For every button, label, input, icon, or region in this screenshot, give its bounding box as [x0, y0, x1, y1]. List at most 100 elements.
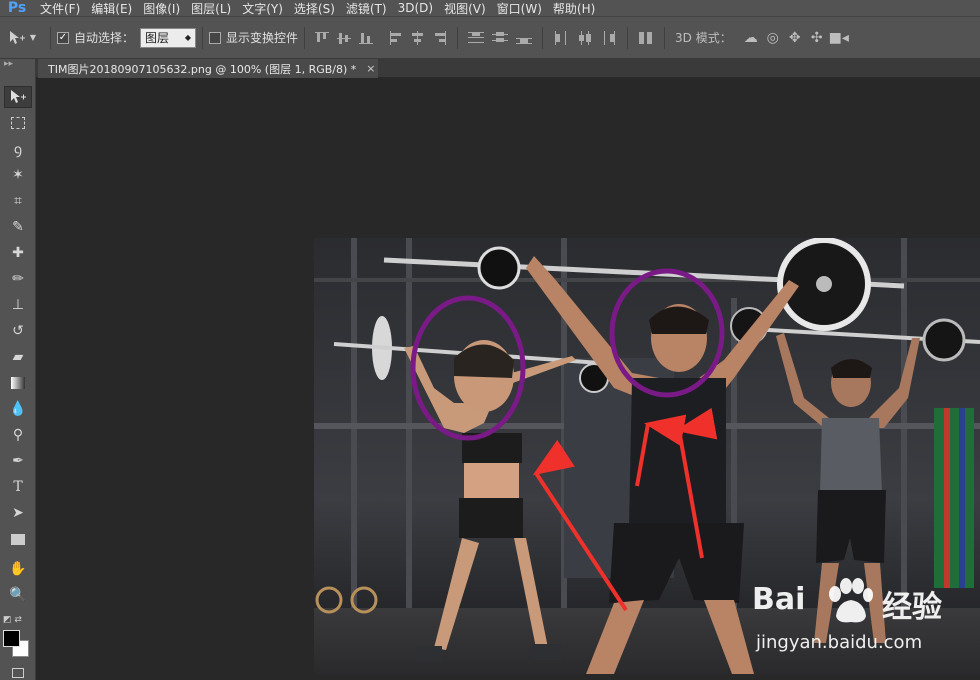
pen-icon: ✒ — [12, 453, 24, 469]
type-tool-button[interactable]: T — [4, 476, 32, 498]
magic-wand-icon: ✶ — [12, 167, 24, 183]
marquee-tool-button[interactable] — [4, 112, 32, 134]
dodge-icon: ⚲ — [12, 427, 24, 443]
3d-scale-icon[interactable]: ■◂ — [829, 30, 849, 46]
baidu-jingyan-watermark: Bai 经验 jingyan.baidu.com — [752, 578, 978, 658]
align-left-icon[interactable] — [387, 30, 405, 46]
menu-file[interactable]: 文件(F) — [34, 0, 85, 17]
brush-icon: ✏ — [12, 271, 24, 287]
align-vcenter-icon[interactable] — [335, 30, 353, 46]
align-top-icon[interactable] — [313, 30, 331, 46]
menu-image[interactable]: 图像(I) — [137, 0, 185, 17]
lasso-icon: ꝯ — [13, 141, 23, 158]
auto-select-label: 自动选择： — [74, 31, 135, 45]
menu-window[interactable]: 窗口(W) — [491, 0, 547, 17]
menu-type[interactable]: 文字(Y) — [236, 0, 288, 17]
show-transform-label: 显示变换控件 — [226, 31, 299, 45]
close-icon[interactable]: × — [366, 62, 375, 75]
photoshop-window: Ps 文件(F) 编辑(E) 图像(I) 图层(L) 文字(Y) 选择(S) 滤… — [0, 0, 980, 680]
3d-drag-icon[interactable]: ✥ — [786, 30, 804, 46]
align-bottom-icon[interactable] — [357, 30, 375, 46]
type-icon: T — [13, 479, 23, 495]
zoom-icon: 🔍 — [9, 587, 27, 603]
dodge-tool-button[interactable]: ⚲ — [4, 424, 32, 446]
move-icon — [11, 90, 26, 103]
divider — [542, 26, 544, 49]
blur-tool-button[interactable]: 💧 — [4, 398, 32, 420]
path-select-tool-button[interactable]: ➤ — [4, 502, 32, 524]
align-right-icon[interactable] — [431, 30, 449, 46]
history-brush-icon: ↺ — [12, 323, 24, 339]
divider — [627, 26, 629, 49]
history-brush-tool-button[interactable]: ↺ — [4, 320, 32, 342]
move-tool-button[interactable] — [4, 86, 32, 108]
pen-tool-button[interactable]: ✒ — [4, 450, 32, 472]
menu-layer[interactable]: 图层(L) — [185, 0, 236, 17]
document-tab-title: TIM图片20180907105632.png @ 100% (图层 1, RG… — [48, 62, 357, 76]
distribute-bottom-icon[interactable] — [514, 30, 534, 46]
rectangle-tool-button[interactable] — [4, 528, 32, 550]
divider — [457, 26, 459, 49]
distribute-top-icon[interactable] — [466, 30, 486, 46]
document-tab-bar: TIM图片20180907105632.png @ 100% (图层 1, RG… — [36, 59, 980, 78]
marquee-icon — [11, 117, 25, 129]
eyedropper-tool-button[interactable]: ✎ — [4, 216, 32, 238]
menu-3d[interactable]: 3D(D) — [392, 1, 438, 15]
tool-preset-picker[interactable]: ▼ — [0, 30, 44, 46]
tools-panel: ▸▸ ꝯ ✶ ⌗ ✎ ✚ ✏ ⊥ ↺ ▰ 💧 ⚲ ✒ T ➤ ✋ 🔍 ◩ ⇄ — [0, 59, 36, 680]
clone-stamp-tool-button[interactable]: ⊥ — [4, 294, 32, 316]
move-tool-icon — [9, 30, 25, 44]
quick-mask-button[interactable] — [4, 662, 32, 680]
menu-filter[interactable]: 滤镜(T) — [340, 0, 392, 17]
arrow-cursor-icon: ➤ — [12, 505, 24, 521]
3d-slide-icon[interactable]: ✣ — [808, 30, 826, 46]
3d-roll-icon[interactable]: ◎ — [764, 30, 782, 46]
rectangle-icon — [11, 533, 25, 545]
magic-wand-tool-button[interactable]: ✶ — [4, 164, 32, 186]
quick-mask-icon — [12, 668, 24, 678]
brush-tool-button[interactable]: ✏ — [4, 268, 32, 290]
crop-tool-button[interactable]: ⌗ — [4, 190, 32, 212]
distribute-hcenter-icon[interactable] — [575, 30, 595, 46]
divider — [202, 26, 204, 49]
distribute-left-icon[interactable] — [551, 30, 571, 46]
gradient-icon — [11, 377, 25, 389]
watermark-brand-cn: 经验 — [882, 590, 942, 625]
hand-tool-button[interactable]: ✋ — [4, 558, 32, 580]
updown-arrows-icon: ◆ — [184, 32, 192, 42]
3d-rotate-icon[interactable]: ☁ — [742, 30, 760, 46]
healing-tool-button[interactable]: ✚ — [4, 242, 32, 264]
eraser-tool-button[interactable]: ▰ — [4, 346, 32, 368]
auto-select-checkbox[interactable]: ✓ — [57, 31, 69, 44]
chevron-down-icon: ▼ — [29, 33, 37, 42]
menu-view[interactable]: 视图(V) — [438, 0, 491, 17]
eyedropper-icon: ✎ — [12, 219, 24, 235]
distribute-right-icon[interactable] — [599, 30, 619, 46]
show-transform-checkbox[interactable] — [209, 31, 222, 44]
menu-select[interactable]: 选择(S) — [288, 0, 340, 17]
gradient-tool-button[interactable] — [4, 372, 32, 394]
foreground-color-swatch[interactable] — [3, 630, 20, 647]
watermark-site: jingyan.baidu.com — [756, 632, 923, 653]
menu-bar: Ps 文件(F) 编辑(E) 图像(I) 图层(L) 文字(Y) 选择(S) 滤… — [0, 0, 980, 16]
auto-select-target-dropdown[interactable]: 图层 ◆ — [140, 27, 197, 48]
lasso-tool-button[interactable]: ꝯ — [4, 138, 32, 160]
document-tab[interactable]: TIM图片20180907105632.png @ 100% (图层 1, RG… — [38, 59, 378, 78]
menu-edit[interactable]: 编辑(E) — [85, 0, 137, 17]
watermark-brand: Bai — [752, 582, 806, 617]
options-bar: ▼ ✓ 自动选择： 图层 ◆ 显示变换控件 3D 模式： ☁ ◎ ✥ ✣ ■◂ — [0, 16, 980, 59]
zoom-tool-button[interactable]: 🔍 — [4, 584, 32, 606]
divider — [304, 26, 306, 49]
crop-icon: ⌗ — [14, 193, 22, 209]
panel-collapse-grip[interactable]: ▸▸ — [0, 59, 35, 83]
stamp-icon: ⊥ — [11, 297, 25, 313]
hand-icon: ✋ — [9, 561, 27, 577]
app-logo: Ps — [7, 0, 27, 16]
menu-help[interactable]: 帮助(H) — [547, 0, 600, 17]
align-hcenter-icon[interactable] — [409, 30, 427, 46]
blur-drop-icon: 💧 — [9, 401, 27, 417]
eraser-icon: ▰ — [12, 349, 24, 365]
auto-align-layers-icon[interactable] — [636, 30, 656, 46]
swap-colors-icon[interactable]: ◩ ⇄ — [3, 615, 22, 625]
distribute-vcenter-icon[interactable] — [490, 30, 510, 46]
